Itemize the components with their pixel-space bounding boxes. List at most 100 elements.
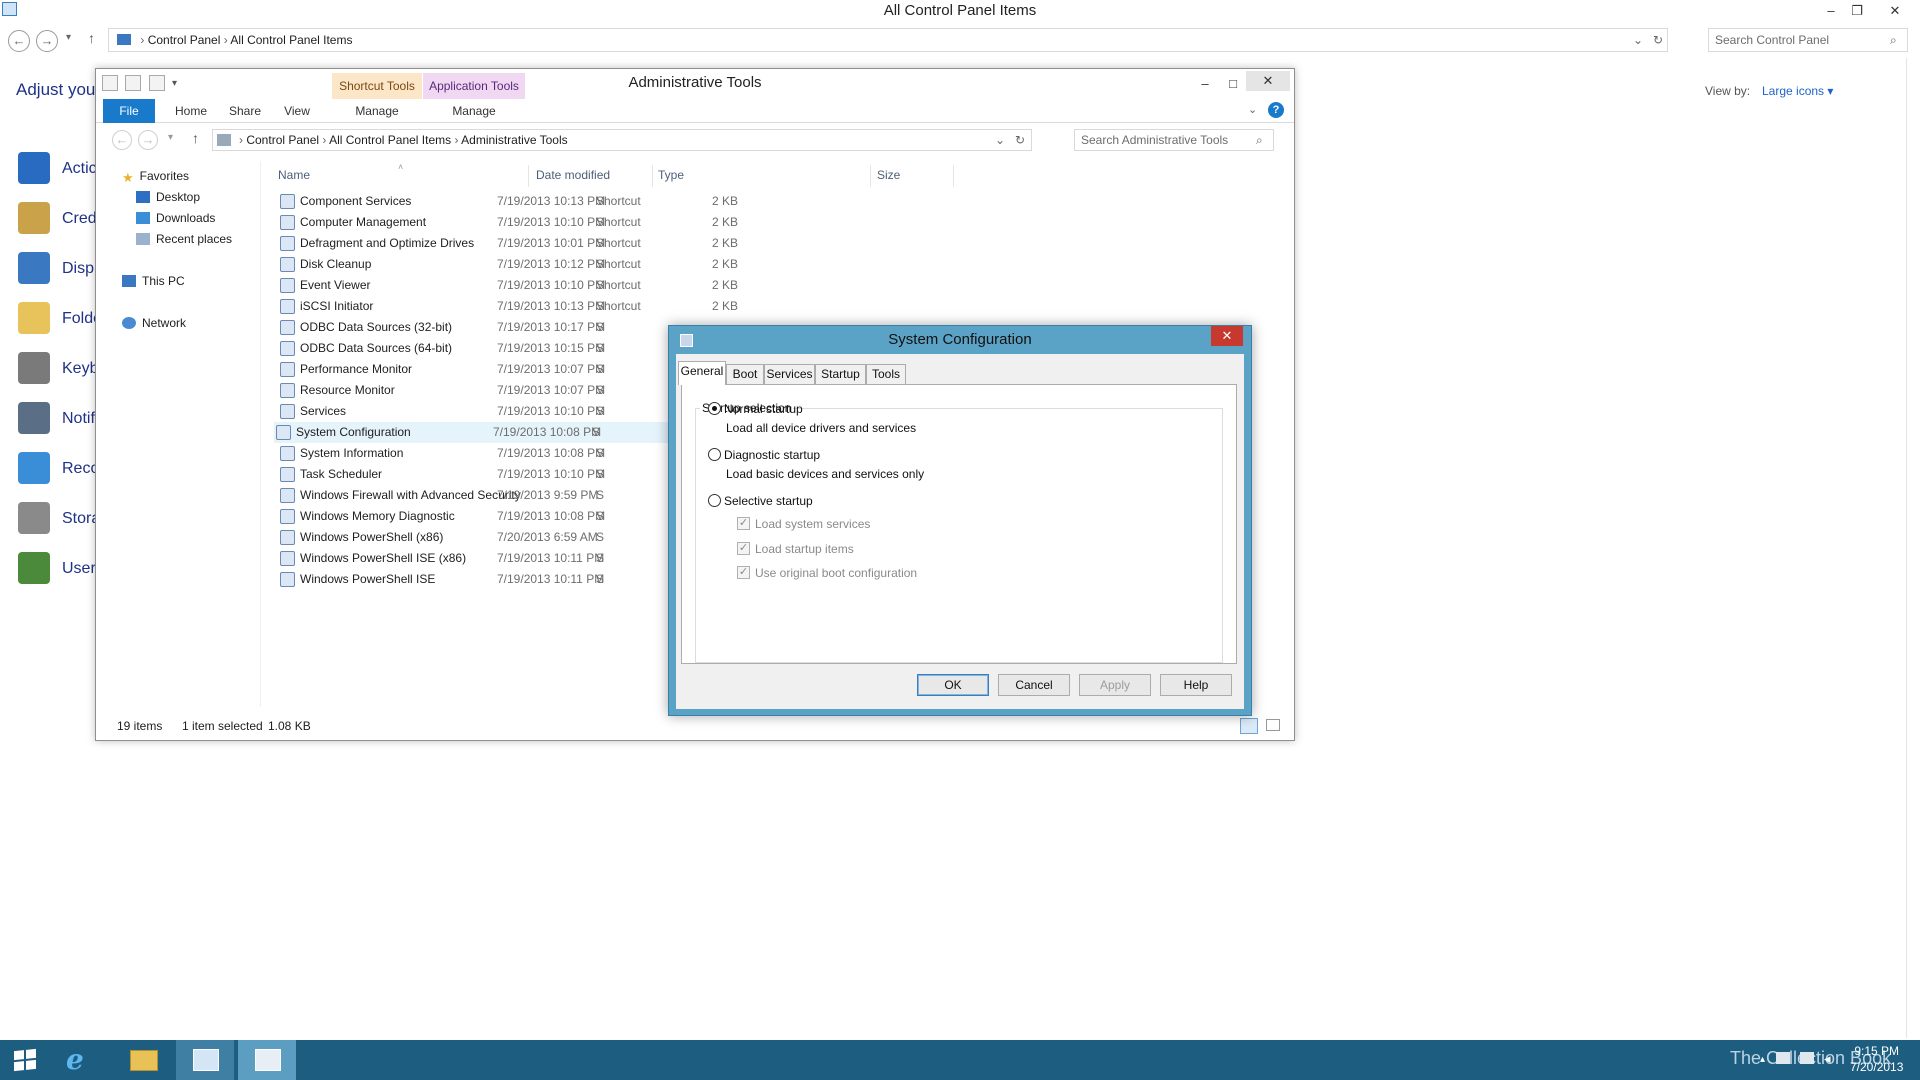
address-bar[interactable]: › Control Panel › All Control Panel Item… — [212, 129, 1032, 151]
column-header-size[interactable]: Size — [877, 165, 900, 185]
file-type: S — [596, 488, 605, 502]
network-tray-icon[interactable] — [1800, 1052, 1814, 1064]
forward-button[interactable]: → — [138, 130, 158, 150]
nav-network[interactable]: Network — [122, 316, 186, 330]
selective-startup-label[interactable]: Selective startup — [724, 494, 813, 508]
properties-icon[interactable] — [125, 75, 142, 91]
ok-button[interactable]: OK — [917, 674, 989, 696]
search-icon[interactable]: ⌕ — [1890, 33, 1897, 48]
breadcrumb-control-panel[interactable]: Control Panel — [246, 133, 319, 147]
shortcut-icon — [280, 362, 295, 377]
table-row[interactable]: Defragment and Optimize Drives 7/19/2013 … — [278, 233, 898, 254]
tab-file[interactable]: File — [103, 99, 155, 123]
up-button[interactable]: ↑ — [88, 30, 95, 46]
search-input[interactable]: Search Control Panel — [1708, 28, 1908, 52]
breadcrumb-administrative-tools[interactable]: Administrative Tools — [461, 133, 568, 147]
forward-button[interactable]: → — [36, 30, 58, 52]
tab-view[interactable]: View — [274, 99, 320, 123]
close-button[interactable]: ✕ — [1211, 326, 1243, 346]
volume-icon[interactable]: ◂ — [1824, 1051, 1831, 1067]
file-explorer-button[interactable] — [114, 1040, 172, 1080]
file-name: System Information — [300, 446, 404, 460]
recent-locations-dropdown[interactable]: ▾ — [66, 32, 71, 43]
close-button[interactable]: ✕ — [1882, 0, 1908, 22]
show-hidden-icons[interactable]: ▴ — [1760, 1054, 1765, 1065]
normal-startup-label[interactable]: Normal startup — [724, 402, 803, 416]
up-button[interactable]: ↑ — [192, 130, 199, 146]
load-system-services-checkbox[interactable]: ✓ — [737, 517, 750, 530]
customize-toolbar-icon[interactable]: ▾ — [172, 78, 177, 89]
diagnostic-startup-label[interactable]: Diagnostic startup — [724, 448, 820, 462]
load-startup-items-checkbox[interactable]: ✓ — [737, 542, 750, 555]
file-size: 2 KB — [711, 194, 738, 208]
back-button[interactable]: ← — [8, 30, 30, 52]
tab-shortcut-manage[interactable]: Manage — [332, 99, 422, 123]
maximize-button[interactable]: □ — [1220, 73, 1246, 95]
help-button[interactable]: Help — [1160, 674, 1232, 696]
scrollbar[interactable] — [1906, 58, 1907, 1038]
use-original-boot-checkbox[interactable]: ✓ — [737, 566, 750, 579]
system-configuration-taskbar-button[interactable] — [238, 1040, 296, 1080]
column-header-type[interactable]: Type — [658, 165, 684, 185]
action-center-icon[interactable] — [1776, 1052, 1790, 1064]
system-configuration-dialog[interactable]: System Configuration ✕ General Boot Serv… — [668, 325, 1252, 716]
table-row[interactable]: Component Services 7/19/2013 10:13 PM Shor… — [278, 191, 898, 212]
new-folder-icon[interactable] — [148, 75, 165, 91]
nav-desktop[interactable]: Desktop — [136, 190, 200, 204]
nav-this-pc[interactable]: This PC — [122, 274, 185, 288]
minimize-button[interactable]: – — [1192, 73, 1218, 95]
details-view-icon[interactable] — [1240, 718, 1258, 734]
search-input[interactable]: Search Administrative Tools — [1074, 129, 1274, 151]
tab-home[interactable]: Home — [166, 99, 216, 123]
breadcrumb-control-panel[interactable]: Control Panel — [148, 33, 221, 47]
diagnostic-startup-radio[interactable] — [708, 448, 721, 461]
refresh-icon[interactable]: ↻ — [1653, 29, 1663, 51]
start-button[interactable] — [0, 1040, 58, 1080]
table-row[interactable]: iSCSI Initiator 7/19/2013 10:13 PM Shortcu… — [278, 296, 898, 317]
close-button[interactable]: ✕ — [1246, 71, 1290, 91]
address-bar[interactable]: › Control Panel › All Control Panel Item… — [108, 28, 1668, 52]
back-button[interactable]: ← — [112, 130, 132, 150]
address-dropdown-icon[interactable]: ⌄ — [995, 130, 1005, 150]
view-by-label: View by: — [1705, 84, 1751, 98]
minimize-button[interactable]: – — [1818, 0, 1844, 22]
cancel-button[interactable]: Cancel — [998, 674, 1070, 696]
breadcrumb-all-items[interactable]: All Control Panel Items — [329, 133, 451, 147]
control-panel-icon — [193, 1049, 219, 1071]
expand-ribbon-icon[interactable]: ⌄ — [1248, 103, 1257, 116]
column-header-name[interactable]: Name — [278, 165, 310, 185]
control-panel-taskbar-button[interactable] — [176, 1040, 234, 1080]
nav-favorites[interactable]: ★ Favorites — [122, 169, 189, 185]
tab-share[interactable]: Share — [220, 99, 270, 123]
large-icons-view-icon[interactable] — [1266, 719, 1280, 731]
tab-application-manage[interactable]: Manage — [423, 99, 525, 123]
table-row[interactable]: Disk Cleanup 7/19/2013 10:12 PM Shortcut 2 … — [278, 254, 898, 275]
tab-startup[interactable]: Startup — [815, 364, 866, 384]
file-name: Resource Monitor — [300, 383, 395, 397]
folder-icon[interactable] — [102, 75, 118, 91]
selective-startup-radio[interactable] — [708, 494, 721, 507]
refresh-icon[interactable]: ↻ — [1015, 130, 1025, 150]
nav-recent-places[interactable]: Recent places — [136, 232, 232, 246]
tab-boot[interactable]: Boot — [726, 364, 764, 384]
internet-explorer-button[interactable]: e — [52, 1040, 110, 1080]
nav-downloads[interactable]: Downloads — [136, 211, 215, 225]
recent-locations-dropdown[interactable]: ▾ — [168, 132, 173, 143]
normal-startup-radio[interactable] — [708, 402, 721, 415]
tab-tools[interactable]: Tools — [866, 364, 906, 384]
apply-button[interactable]: Apply — [1079, 674, 1151, 696]
breadcrumb-all-items[interactable]: All Control Panel Items — [230, 33, 352, 47]
table-row[interactable]: Computer Management 7/19/2013 10:10 PM Sho… — [278, 212, 898, 233]
table-row[interactable]: Event Viewer 7/19/2013 10:10 PM Shortcut 2 … — [278, 275, 898, 296]
search-icon[interactable]: ⌕ — [1256, 133, 1263, 148]
clock[interactable]: 9:15 PM 7/20/2013 — [1850, 1043, 1903, 1075]
restore-button[interactable]: ❐ — [1844, 0, 1870, 22]
file-name: iSCSI Initiator — [300, 299, 374, 313]
column-header-date-modified[interactable]: Date modified — [536, 165, 610, 185]
tab-services[interactable]: Services — [764, 364, 815, 384]
address-dropdown-icon[interactable]: ⌄ — [1633, 29, 1643, 51]
tab-general[interactable]: General — [678, 361, 726, 385]
file-type: S — [596, 404, 605, 418]
help-icon[interactable]: ? — [1268, 102, 1284, 118]
view-by-dropdown[interactable]: Large icons ▾ — [1762, 84, 1833, 98]
